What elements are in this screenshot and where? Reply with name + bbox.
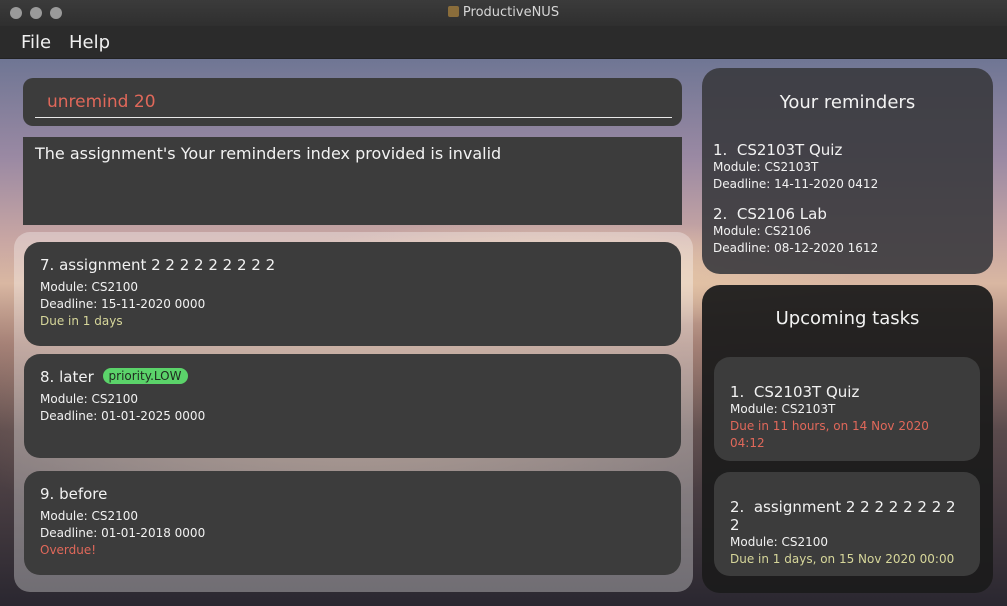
assignment-card[interactable]: 7. assignment 2 2 2 2 2 2 2 2 2 Module: … (24, 242, 681, 346)
assignment-index: 7. (40, 256, 55, 274)
reminder-title: 2. CS2106 Lab (713, 205, 878, 223)
upcoming-task-module: Module: CS2103T (730, 402, 836, 416)
upcoming-task-index: 1. (730, 383, 745, 401)
menu-bar: File Help (0, 26, 1007, 59)
assignment-name: before (59, 485, 108, 503)
upcoming-title: Upcoming tasks (775, 308, 920, 329)
upcoming-task-name: CS2103T Quiz (753, 383, 860, 401)
command-input[interactable] (35, 86, 672, 118)
reminder-module: Module: CS2103T (713, 160, 819, 174)
reminder-item[interactable]: 1. CS2103T Quiz Module: CS2103T Deadline… (713, 141, 878, 193)
menu-file[interactable]: File (21, 32, 51, 53)
command-box (23, 78, 682, 126)
reminders-panel: Your reminders 1. CS2103T Quiz Module: C… (702, 68, 993, 274)
reminder-deadline: Deadline: 14-11-2020 0412 (713, 177, 879, 191)
upcoming-task-module: Module: CS2100 (730, 535, 829, 549)
assignment-deadline: Deadline: 01-01-2018 0000 (40, 526, 206, 540)
upcoming-task-card[interactable]: 2. assignment 2 2 2 2 2 2 2 2 2 Module: … (714, 472, 980, 576)
upcoming-task-title: 1. CS2103T Quiz (730, 383, 964, 401)
assignment-index: 8. (40, 368, 55, 386)
upcoming-task-due: Due in 1 days, on 15 Nov 2020 00:00 (730, 552, 955, 566)
reminder-name: CS2106 Lab (736, 205, 827, 223)
window-title: ProductiveNUS (462, 5, 560, 20)
upcoming-task-index: 2. (730, 498, 745, 516)
assignment-module: Module: CS2100 (40, 509, 139, 523)
assignment-deadline: Deadline: 01-01-2025 0000 (40, 409, 206, 423)
reminder-name: CS2103T Quiz (736, 141, 843, 159)
assignment-title: 7. assignment 2 2 2 2 2 2 2 2 2 (40, 256, 665, 276)
assignment-card[interactable]: 8. later priority.LOW Module: CS2100 Dea… (24, 354, 681, 458)
window-title-group: ProductiveNUS (0, 5, 1007, 20)
app-icon (447, 6, 459, 17)
title-bar: ProductiveNUS (0, 0, 1007, 27)
reminder-item[interactable]: 2. CS2106 Lab Module: CS2106 Deadline: 0… (713, 205, 878, 257)
reminder-index: 2. (713, 205, 728, 223)
assignment-title: 9. before (40, 485, 665, 505)
result-display: The assignment's Your reminders index pr… (23, 137, 682, 225)
assignment-index: 9. (40, 485, 55, 503)
assignment-name: later (59, 368, 94, 386)
priority-tag: priority.LOW (102, 368, 188, 384)
assignment-module: Module: CS2100 (40, 280, 139, 294)
assignment-overdue-status: Overdue! (40, 543, 97, 557)
upcoming-task-name: assignment 2 2 2 2 2 2 2 2 2 (730, 498, 956, 534)
reminder-module: Module: CS2106 (713, 224, 812, 238)
result-text: The assignment's Your reminders index pr… (35, 144, 502, 163)
reminder-title: 1. CS2103T Quiz (713, 141, 878, 159)
assignment-module: Module: CS2100 (40, 392, 139, 406)
assignment-due-status: Due in 1 days (40, 314, 123, 328)
assignment-card[interactable]: 9. before Module: CS2100 Deadline: 01-01… (24, 471, 681, 575)
assignment-name: assignment 2 2 2 2 2 2 2 2 2 (59, 256, 276, 274)
upcoming-task-due: Due in 11 hours, on 14 Nov 2020 04:12 (730, 419, 929, 450)
upcoming-tasks-panel: Upcoming tasks 1. CS2103T Quiz Module: C… (702, 285, 993, 593)
menu-help[interactable]: Help (69, 32, 110, 53)
reminders-title: Your reminders (779, 92, 916, 113)
reminder-deadline: Deadline: 08-12-2020 1612 (713, 241, 879, 255)
assignment-title: 8. later priority.LOW (40, 368, 665, 388)
reminder-index: 1. (713, 141, 728, 159)
upcoming-task-card[interactable]: 1. CS2103T Quiz Module: CS2103T Due in 1… (714, 357, 980, 461)
assignment-deadline: Deadline: 15-11-2020 0000 (40, 297, 206, 311)
upcoming-task-title: 2. assignment 2 2 2 2 2 2 2 2 2 (730, 498, 964, 534)
